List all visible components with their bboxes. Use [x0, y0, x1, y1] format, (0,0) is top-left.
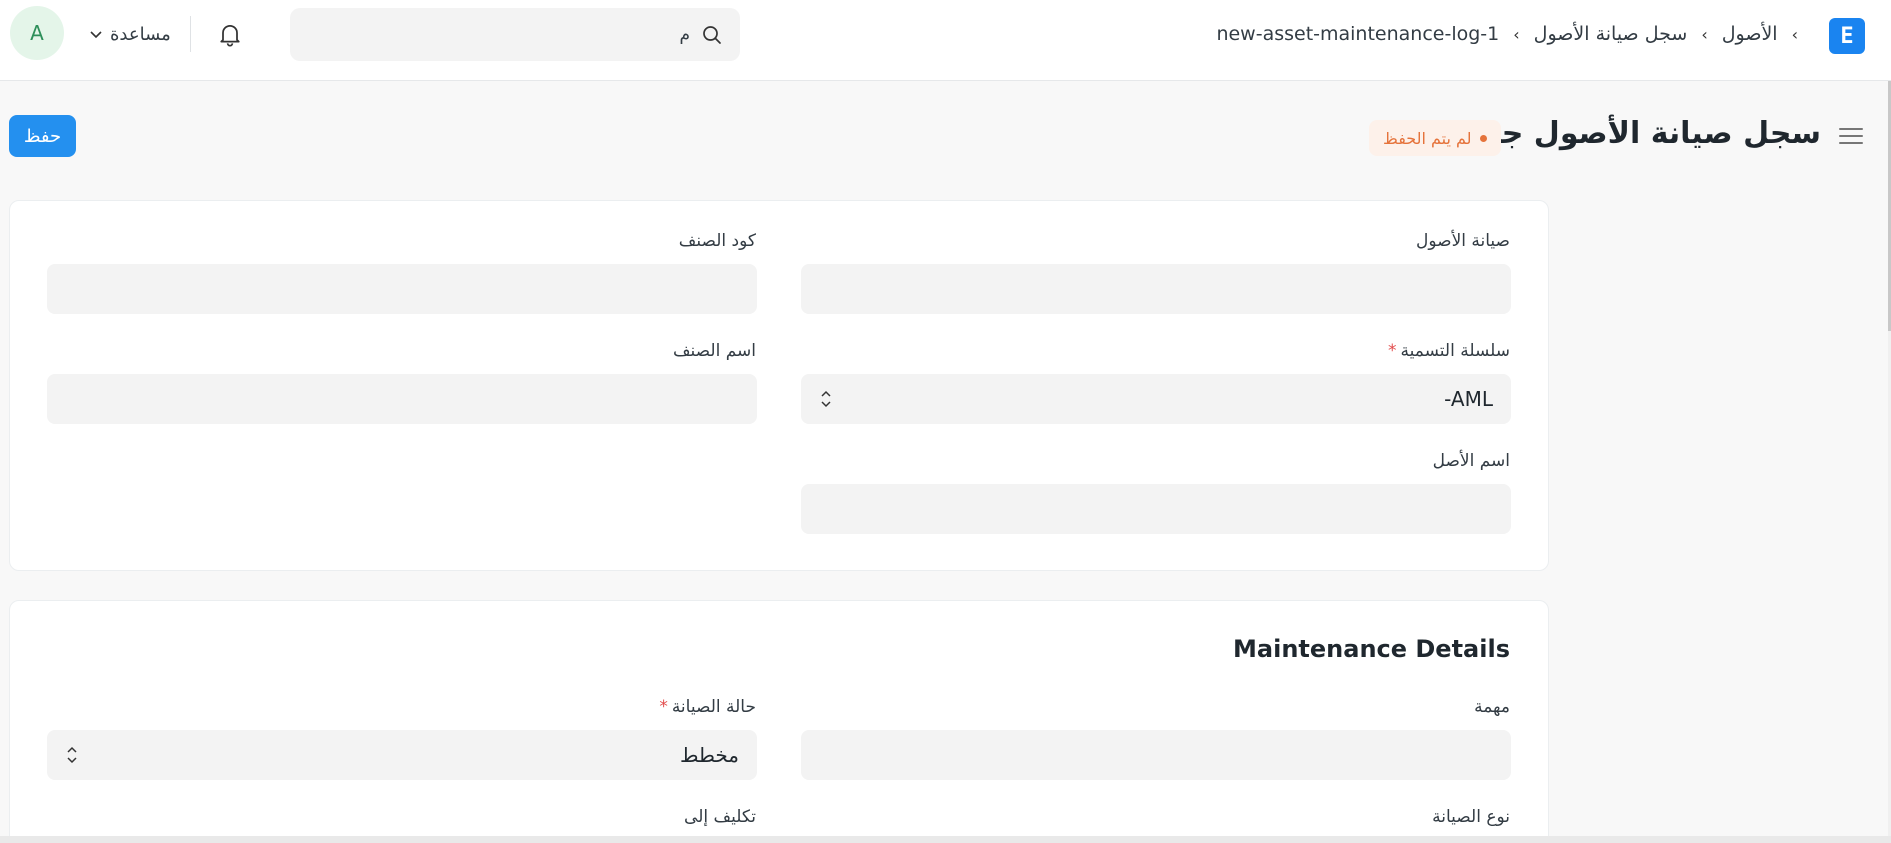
breadcrumb-assets[interactable]: الأصول — [1722, 23, 1778, 45]
asset-maintenance-label: صيانة الأصول — [1416, 231, 1510, 251]
menu-icon[interactable] — [1837, 124, 1865, 148]
required-mark: * — [659, 697, 668, 717]
chevron-down-icon — [90, 31, 102, 39]
asset-maintenance-field[interactable] — [801, 264, 1511, 314]
breadcrumb-maintenance-log[interactable]: سجل صيانة الأصول — [1534, 23, 1688, 45]
item-name-label: اسم الصنف — [672, 341, 756, 361]
asset-name-field[interactable] — [801, 484, 1511, 534]
task-field[interactable] — [801, 730, 1511, 780]
bell-icon[interactable] — [216, 20, 244, 48]
breadcrumb-separator: › — [1513, 24, 1520, 44]
maintenance-status-label-text: حالة الصيانة — [671, 697, 756, 717]
breadcrumb-current[interactable]: new-asset-maintenance-log-1 — [1216, 23, 1499, 45]
help-dropdown[interactable]: مساعدة — [88, 20, 171, 48]
item-code-label: كود الصنف — [678, 231, 756, 251]
select-arrows-icon — [67, 746, 77, 764]
help-label: مساعدة — [110, 23, 171, 45]
assign-to-label: تكليف إلى — [684, 807, 756, 827]
section-title: Maintenance Details — [1233, 635, 1510, 663]
logo-letter: E — [1840, 23, 1854, 49]
page-title: سجل صيانة الأصول جديد — [1455, 116, 1821, 151]
naming-series-select[interactable]: -AML — [801, 374, 1511, 424]
breadcrumb-separator: › — [1701, 24, 1708, 44]
select-arrows-icon — [821, 390, 831, 408]
maintenance-status-value: مخطط — [679, 743, 739, 767]
task-label: مهمة — [1474, 697, 1510, 717]
status-text: لم يتم الحفظ — [1383, 128, 1472, 148]
required-mark: * — [1388, 341, 1397, 361]
naming-series-label-text: سلسلة التسمية — [1400, 341, 1510, 361]
search-bar[interactable] — [290, 8, 740, 61]
save-button[interactable]: حفظ — [9, 115, 76, 157]
status-badge: لم يتم الحفظ — [1369, 120, 1501, 156]
status-dot — [1479, 134, 1487, 142]
app-logo-icon[interactable]: E — [1829, 18, 1865, 54]
form-section-maintenance-details: Maintenance Details مهمة حالة الصيانة* م… — [9, 600, 1549, 843]
maintenance-type-label: نوع الصيانة — [1432, 807, 1510, 827]
navbar: A مساعدة › الأصول › سجل صيانة الأصول › n… — [0, 0, 1891, 81]
avatar-initial: A — [30, 21, 44, 45]
breadcrumb: › الأصول › سجل صيانة الأصول › new-asset-… — [1216, 20, 1798, 48]
form-section-main: صيانة الأصول كود الصنف سلسلة التسمية* -A… — [9, 200, 1549, 571]
item-code-field[interactable] — [47, 264, 757, 314]
maintenance-status-select[interactable]: مخطط — [47, 730, 757, 780]
maintenance-status-label: حالة الصيانة* — [659, 697, 756, 717]
horizontal-scrollbar[interactable] — [0, 836, 1891, 843]
naming-series-label: سلسلة التسمية* — [1388, 341, 1510, 361]
breadcrumb-separator: › — [1791, 24, 1798, 44]
search-icon — [703, 25, 721, 44]
search-input[interactable] — [310, 24, 690, 45]
item-name-field[interactable] — [47, 374, 757, 424]
naming-series-value: -AML — [1444, 387, 1493, 411]
navbar-divider — [190, 16, 191, 52]
avatar[interactable]: A — [10, 6, 64, 60]
asset-name-label: اسم الأصل — [1432, 451, 1510, 471]
